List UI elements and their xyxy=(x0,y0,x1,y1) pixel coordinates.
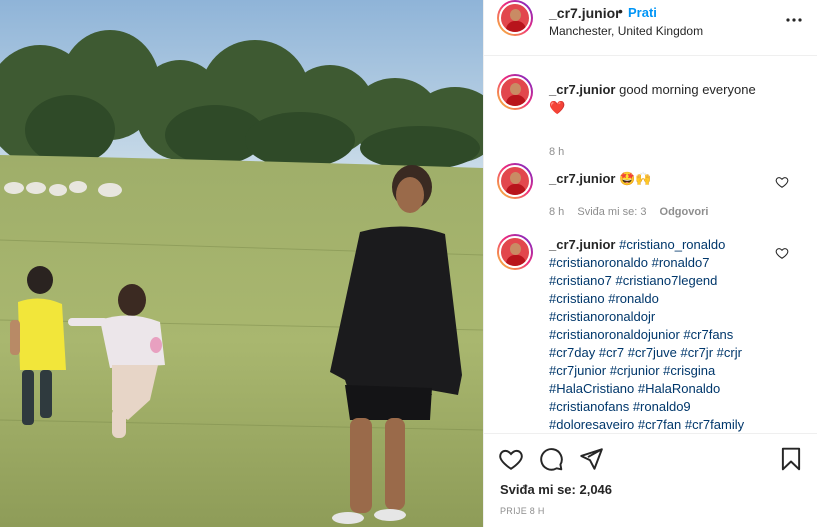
post-header: _cr7.junior • Prati Manchester, United K… xyxy=(484,0,817,56)
like-comment-heart-icon[interactable] xyxy=(775,175,789,189)
hashtag-line[interactable]: #HalaCristiano #HalaRonaldo xyxy=(549,381,720,396)
avatar[interactable] xyxy=(497,74,533,110)
more-options-icon[interactable] xyxy=(782,8,806,32)
post-timestamp[interactable]: PRIJE 8 H xyxy=(500,506,545,516)
comment-meta: 8 h xyxy=(549,146,574,158)
hashtags-comment: _cr7.junior #cristiano_ronaldo #cristian… xyxy=(484,234,817,433)
hashtag-line[interactable]: #cristianoronaldojunior #cr7fans xyxy=(549,327,733,342)
hashtag-line[interactable]: #cristianoronaldo #ronaldo7 xyxy=(549,255,709,270)
post-details-panel: _cr7.junior • Prati Manchester, United K… xyxy=(483,0,817,527)
comment-icon[interactable] xyxy=(538,446,564,472)
avatar[interactable] xyxy=(497,234,533,270)
comments-list[interactable]: _cr7.junior good morning everyone ❤️ 8 h… xyxy=(484,57,817,433)
comment-username[interactable]: _cr7.junior xyxy=(549,82,615,97)
comment-text: 🤩🙌 xyxy=(619,171,652,186)
comment-likes[interactable]: Sviđa mi se: 3 xyxy=(577,206,646,218)
hashtag-line[interactable]: #cristiano #ronaldo xyxy=(549,291,659,306)
comment-body: _cr7.junior good morning everyone ❤️ xyxy=(549,81,756,117)
post-actions: Sviđa mi se: 2,046 PRIJE 8 H xyxy=(484,433,817,527)
likes-count[interactable]: Sviđa mi se: 2,046 xyxy=(500,482,612,497)
post-photo[interactable] xyxy=(0,0,483,527)
comment-time[interactable]: 8 h xyxy=(549,146,564,158)
bookmark-icon[interactable] xyxy=(778,446,804,472)
comment-body: _cr7.junior 🤩🙌 xyxy=(549,170,651,188)
comment-username[interactable]: _cr7.junior xyxy=(549,171,615,186)
follow-button[interactable]: Prati xyxy=(628,5,657,20)
comment-body: _cr7.junior #cristiano_ronaldo #cristian… xyxy=(549,236,744,433)
comment-time[interactable]: 8 h xyxy=(549,206,564,218)
hashtag-line[interactable]: #cristianoronaldojr xyxy=(549,309,655,324)
comment-item: _cr7.junior 🤩🙌 8 h Sviđa mi se: 3 Odgovo… xyxy=(484,163,817,223)
hashtag-line[interactable]: #cristiano7 #cristiano7legend xyxy=(549,273,717,288)
hashtag-line[interactable]: #cr7day #cr7 #cr7juve #cr7jr #crjr xyxy=(549,345,742,360)
post-photo-image xyxy=(0,0,483,527)
reply-button[interactable]: Odgovori xyxy=(660,206,709,218)
hashtag-line[interactable]: #cr7junior #crjunior #crisgina xyxy=(549,363,715,378)
heart-icon[interactable] xyxy=(498,446,524,472)
paper-plane-icon[interactable] xyxy=(578,446,604,472)
avatar[interactable] xyxy=(497,163,533,199)
hashtag-line[interactable]: #cristianofans #ronaldo9 xyxy=(549,399,691,414)
post-owner-username[interactable]: _cr7.junior xyxy=(549,5,621,21)
caption-comment: _cr7.junior good morning everyone ❤️ 8 h xyxy=(484,74,817,164)
header-separator: • xyxy=(618,3,623,19)
red-heart-emoji: ❤️ xyxy=(549,100,566,115)
comment-meta: 8 h Sviđa mi se: 3 Odgovori xyxy=(549,206,718,218)
comment-username[interactable]: _cr7.junior xyxy=(549,237,615,252)
comment-text: good morning everyone xyxy=(619,82,756,97)
avatar[interactable] xyxy=(497,0,533,36)
post-location[interactable]: Manchester, United Kingdom xyxy=(549,24,703,38)
like-comment-heart-icon[interactable] xyxy=(775,246,789,260)
hashtag-line[interactable]: #doloresaveiro #cr7fan #cr7family xyxy=(549,417,744,432)
hashtag-line[interactable]: #cristiano_ronaldo xyxy=(619,237,725,252)
